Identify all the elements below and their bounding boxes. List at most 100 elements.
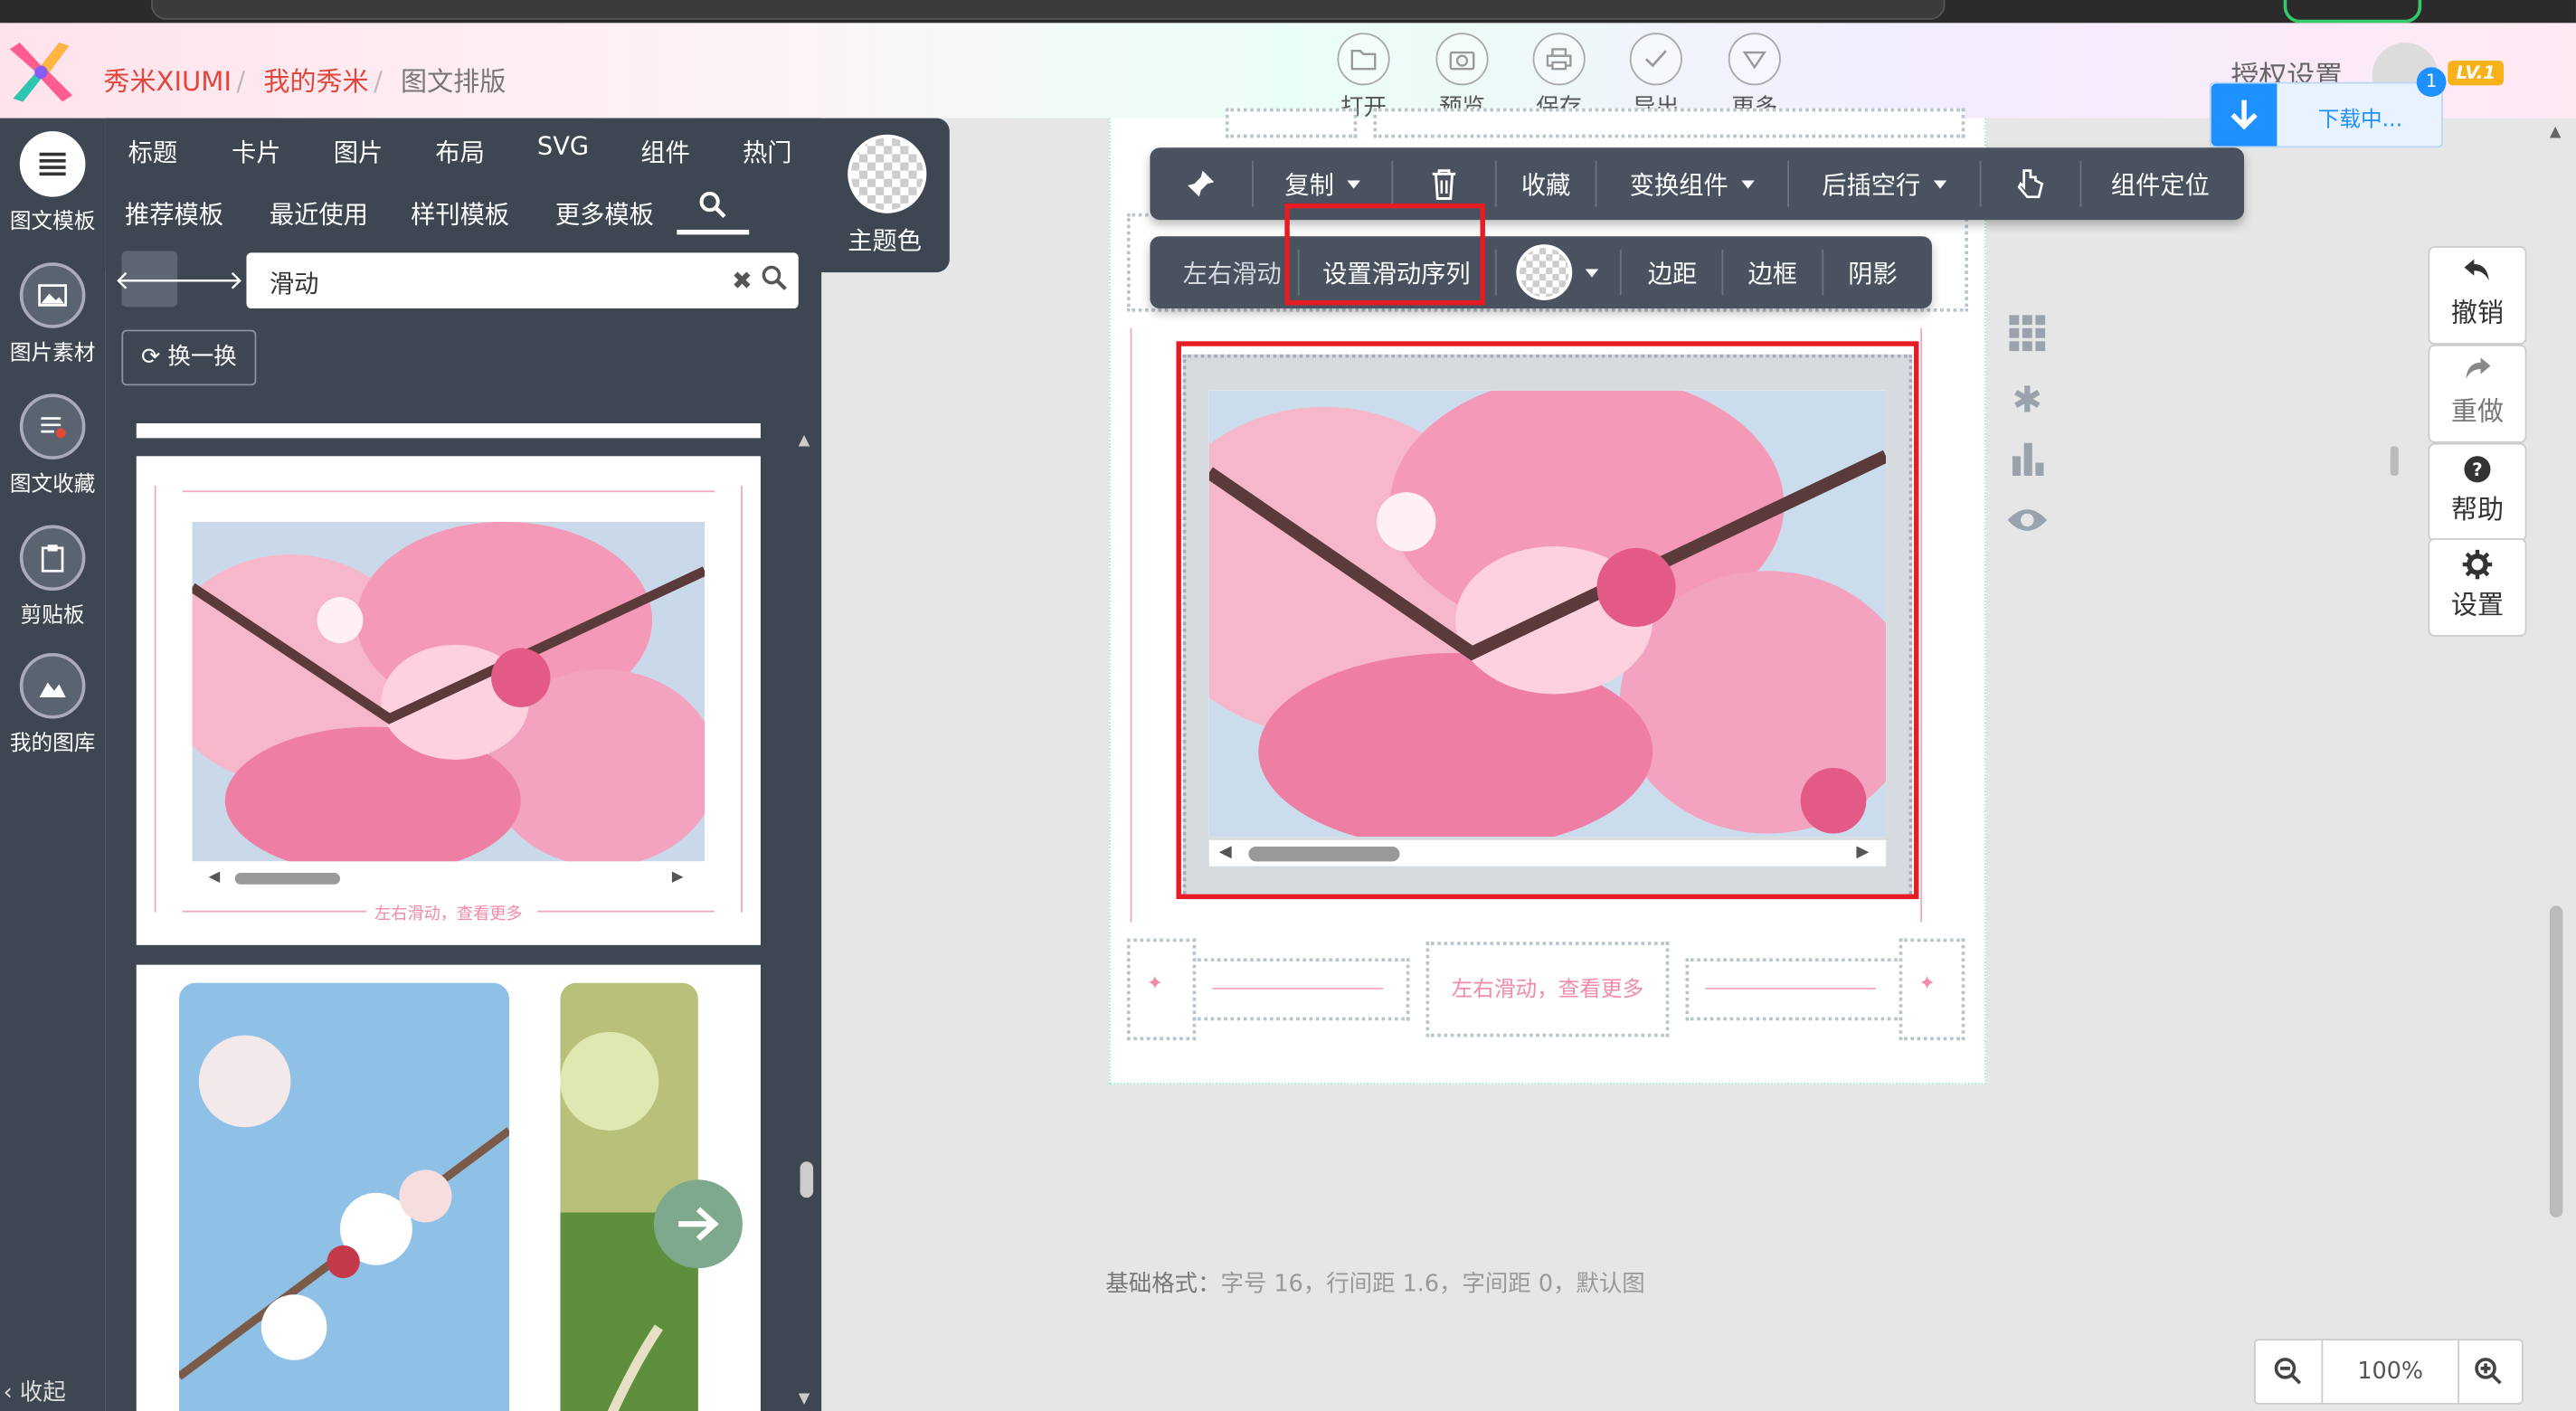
search-icon[interactable] bbox=[761, 264, 789, 298]
preview-scrollbar[interactable]: ◀ ▶ bbox=[209, 869, 686, 885]
favorite-list-icon bbox=[19, 393, 86, 459]
margin-button[interactable]: 边距 bbox=[1624, 236, 1722, 308]
tab-hot[interactable]: 热门 bbox=[743, 135, 792, 169]
clipboard-icon bbox=[19, 525, 86, 592]
settings-button[interactable]: 设置 bbox=[2428, 537, 2527, 637]
sidebar-item-gallery[interactable]: 我的图库 bbox=[0, 652, 105, 756]
scroll-down-icon: ▼ bbox=[798, 1391, 810, 1408]
forward-button[interactable]: 🡒 bbox=[174, 251, 244, 308]
download-notice[interactable]: 下载中... 1 bbox=[2209, 67, 2447, 148]
transform-component-button[interactable]: 变换组件 bbox=[1596, 147, 1787, 220]
download-count-badge: 1 bbox=[2416, 67, 2447, 98]
pointer-button[interactable] bbox=[1981, 147, 2079, 220]
favorite-button[interactable]: 收藏 bbox=[1497, 147, 1596, 220]
tab-recent[interactable]: 最近使用 bbox=[270, 197, 368, 232]
sidebar-item-favorites[interactable]: 图文收藏 bbox=[0, 393, 105, 497]
tab-search[interactable] bbox=[698, 190, 728, 226]
trash-icon bbox=[1432, 169, 1456, 200]
folder-icon bbox=[1337, 33, 1390, 86]
sidebar-item-images[interactable]: 图片素材 bbox=[0, 262, 105, 366]
insert-empty-line-button[interactable]: 后插空行 bbox=[1789, 147, 1980, 220]
template-preview-image bbox=[192, 521, 706, 862]
tab-image[interactable]: 图片 bbox=[334, 135, 384, 169]
breadcrumb-home[interactable]: 秀米XIUMI bbox=[103, 66, 232, 97]
color-swatch bbox=[1516, 244, 1573, 300]
swipe-caption: 左右滑动，查看更多 bbox=[1451, 978, 1644, 1003]
search-field[interactable]: ✖ bbox=[246, 252, 799, 309]
image-icon bbox=[19, 262, 86, 328]
tab-recommended[interactable]: 推荐模板 bbox=[125, 197, 223, 232]
chevron-down-icon bbox=[1933, 179, 1947, 188]
tab-svg[interactable]: SVG bbox=[537, 131, 589, 161]
base-format-info[interactable]: 基础格式：字号 16，行间距 1.6，字间距 0，默认图 bbox=[1105, 1266, 1644, 1299]
chevron-left-icon: ‹ bbox=[3, 1379, 20, 1406]
template-card[interactable] bbox=[136, 423, 761, 439]
xiumi-logo[interactable] bbox=[4, 40, 80, 106]
triangle-down-icon bbox=[1728, 33, 1781, 86]
clear-icon[interactable]: ✖ bbox=[732, 266, 753, 296]
eye-icon[interactable] bbox=[2004, 506, 2050, 542]
tab-title[interactable]: 标题 bbox=[128, 135, 178, 169]
decor-line bbox=[182, 490, 715, 493]
panel-scrollbar[interactable]: ▲ ▼ bbox=[795, 423, 819, 1411]
tab-component[interactable]: 组件 bbox=[640, 135, 690, 169]
swipe-toolbar: 左右滑动 设置滑动序列 边距 边框 阴影 bbox=[1150, 236, 1932, 309]
list-icon bbox=[19, 131, 86, 197]
bar-chart-icon[interactable] bbox=[2004, 440, 2050, 482]
card-caption: 左右滑动，查看更多 bbox=[374, 905, 523, 924]
template-list: ◀ ▶ 左右滑动，查看更多 bbox=[105, 423, 795, 1411]
back-button[interactable]: 🡐 bbox=[114, 251, 185, 308]
page-scrollbar[interactable]: ▲ bbox=[2549, 118, 2570, 1411]
tab-card[interactable]: 卡片 bbox=[232, 135, 281, 169]
refresh-button[interactable]: ⟳ 换一换 bbox=[121, 329, 257, 386]
scroll-up-icon: ▲ bbox=[798, 432, 810, 450]
highlight-box bbox=[1176, 341, 1919, 900]
pin-button[interactable] bbox=[1150, 147, 1252, 220]
check-icon bbox=[1629, 33, 1682, 86]
template-card[interactable]: ◀ ▶ 左右滑动，查看更多 bbox=[136, 456, 761, 945]
download-status: 下载中... bbox=[2317, 108, 2403, 133]
tab-sample[interactable]: 样刊模板 bbox=[411, 197, 509, 232]
tab-layout[interactable]: 布局 bbox=[435, 135, 485, 169]
refresh-icon: ⟳ bbox=[141, 344, 161, 371]
drag-handle[interactable] bbox=[2390, 446, 2399, 477]
sidebar-item-clipboard[interactable]: 剪贴板 bbox=[0, 525, 105, 629]
chevron-down-icon bbox=[1585, 268, 1599, 277]
border-button[interactable]: 边框 bbox=[1723, 236, 1822, 308]
search-icon bbox=[699, 192, 726, 219]
breadcrumb-my-xiumi[interactable]: 我的秀米 bbox=[263, 66, 368, 97]
zoom-in-button[interactable] bbox=[2456, 1340, 2522, 1403]
grid-icon[interactable] bbox=[2004, 315, 2050, 357]
background-color-picker[interactable] bbox=[1508, 236, 1606, 308]
asterisk-icon[interactable]: ✱ bbox=[2004, 381, 2050, 421]
next-arrow-button[interactable] bbox=[653, 1179, 743, 1269]
undo-button[interactable]: 撤销 bbox=[2428, 246, 2527, 345]
gear-icon bbox=[2462, 549, 2493, 580]
redo-button[interactable]: 重做 bbox=[2428, 344, 2527, 443]
zoom-in-icon bbox=[2475, 1358, 2502, 1385]
theme-color-label: 主题色 bbox=[848, 226, 922, 256]
scroll-up-icon: ▲ bbox=[2549, 124, 2562, 142]
chevron-down-icon bbox=[1347, 179, 1360, 188]
shadow-button[interactable]: 阴影 bbox=[1823, 236, 1922, 308]
zoom-level: 100% bbox=[2321, 1340, 2460, 1403]
gallery-icon bbox=[19, 652, 86, 719]
sidebar-item-templates[interactable]: 图文模板 bbox=[0, 131, 105, 234]
arrow-right-icon: 🡒 bbox=[173, 264, 244, 296]
hand-pointer-icon bbox=[2017, 169, 2044, 199]
help-button[interactable]: ? 帮助 bbox=[2428, 442, 2527, 542]
help-icon: ? bbox=[2464, 456, 2491, 483]
undo-icon bbox=[2464, 259, 2489, 281]
theme-color-swatch[interactable] bbox=[848, 134, 927, 213]
zoom-out-icon bbox=[2274, 1358, 2302, 1385]
highlight-box bbox=[1284, 203, 1485, 306]
browser-chrome bbox=[0, 0, 2576, 24]
template-card[interactable] bbox=[136, 964, 761, 1411]
zoom-out-button[interactable] bbox=[2256, 1340, 2322, 1403]
collapse-button[interactable]: ‹ 收起 bbox=[4, 1375, 66, 1407]
search-input[interactable] bbox=[266, 255, 716, 309]
locate-component-button[interactable]: 组件定位 bbox=[2081, 147, 2239, 220]
redo-icon bbox=[2466, 357, 2491, 380]
tab-more-templates[interactable]: 更多模板 bbox=[555, 197, 654, 232]
breadcrumb-current: 图文排版 bbox=[401, 65, 507, 98]
